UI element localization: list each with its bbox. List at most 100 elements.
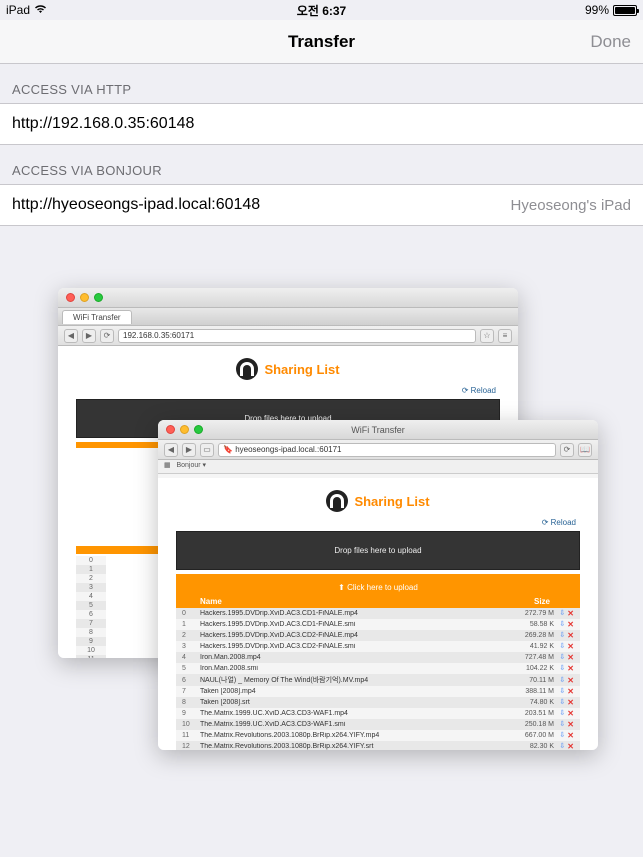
file-name: Iron.Man.2008.mp4 (200, 654, 512, 661)
reload-icon: ⟳ (100, 329, 114, 343)
back-icon: ◀ (164, 443, 178, 457)
minimize-icon (180, 425, 189, 434)
file-name: Iron.Man.2008.smi (200, 665, 512, 672)
file-size: 104.22 K (512, 665, 554, 672)
download-icon: ⇩ (559, 664, 565, 673)
zoom-icon (94, 293, 103, 302)
dropzone: Drop files here to upload (176, 531, 580, 570)
wifi-icon (34, 3, 47, 17)
file-size: 70.11 M (512, 677, 554, 684)
download-icon: ⇩ (559, 642, 565, 651)
browser-tab: WiFi Transfer (62, 310, 132, 324)
bonjour-url: http://hyeoseongs-ipad.local:60148 (12, 196, 260, 214)
download-icon: ⇩ (559, 653, 565, 662)
table-row: 0Hackers.1995.DVDrip.XviD.AC3.CD1-FiNALE… (176, 608, 580, 619)
address-bar: ◀ ▶ ▭ 🔖 hyeoseongs-ipad.local.:60171 ⟳ 📖 (158, 440, 598, 460)
page-content: Sharing List ⟳ Reload Drop files here to… (158, 478, 598, 750)
table-row: 9The.Matrix.1999.UC.XviD.AC3.CD3-WAF1.mp… (176, 708, 580, 719)
delete-icon: ✕ (567, 653, 574, 662)
forward-icon: ▶ (82, 329, 96, 343)
download-icon: ⇩ (559, 609, 565, 618)
headset-icon (326, 490, 348, 512)
table-row: 2Hackers.1995.DVDrip.XviD.AC3.CD2-FiNALE… (176, 630, 580, 641)
download-icon: ⇩ (559, 731, 565, 740)
reload-icon: ⟳ (560, 443, 574, 457)
url-field: 🔖 hyeoseongs-ipad.local.:60171 (218, 443, 556, 457)
bookmark-bar: ▦ Bonjour ▾ (158, 460, 598, 474)
table-row: 5Iron.Man.2008.smi104.22 K⇩✕ (176, 663, 580, 674)
index-column: 0123456789101112 (76, 556, 106, 658)
file-name: NAUL(나얼) _ Memory Of The Wind(바람기억).MV.m… (200, 675, 512, 685)
preview-area: WiFi Transfer ◀ ▶ ⟳ 192.168.0.35:60171 ☆… (0, 230, 643, 857)
download-icon: ⇩ (559, 631, 565, 640)
file-name: Hackers.1995.DVDrip.XviD.AC3.CD1-FiNALE.… (200, 621, 512, 628)
table-row: 7Taken [2008].mp4388.11 M⇩✕ (176, 686, 580, 697)
file-size: 388.11 M (512, 688, 554, 695)
file-name: The.Matrix.Revolutions.2003.1080p.BrRip.… (200, 732, 512, 739)
battery-percent: 99% (585, 3, 609, 17)
table-row: 6NAUL(나얼) _ Memory Of The Wind(바람기억).MV.… (176, 674, 580, 686)
table-row: 3Hackers.1995.DVDrip.XviD.AC3.CD2-FiNALE… (176, 641, 580, 652)
reader-icon: 📖 (578, 443, 592, 457)
file-size: 272.79 M (512, 610, 554, 617)
delete-icon: ✕ (567, 742, 574, 750)
delete-icon: ✕ (567, 698, 574, 707)
delete-icon: ✕ (567, 631, 574, 640)
file-size: 667.00 M (512, 732, 554, 739)
close-icon (66, 293, 75, 302)
download-icon: ⇩ (559, 720, 565, 729)
http-url-row[interactable]: http://192.168.0.35:60148 (0, 103, 643, 145)
table-row: 8Taken [2008].srt74.80 K⇩✕ (176, 697, 580, 708)
star-icon: ☆ (480, 329, 494, 343)
download-icon: ⇩ (559, 676, 565, 685)
bonjour-device-name: Hyeoseong's iPad (511, 197, 631, 214)
tab-strip: WiFi Transfer (58, 308, 518, 326)
file-size: 41.92 K (512, 643, 554, 650)
download-icon: ⇩ (559, 698, 565, 707)
file-name: Hackers.1995.DVDrip.XviD.AC3.CD2-FiNALE.… (200, 643, 512, 650)
download-icon: ⇩ (559, 742, 565, 750)
address-bar: ◀ ▶ ⟳ 192.168.0.35:60171 ☆ ≡ (58, 326, 518, 346)
url-field: 192.168.0.35:60171 (118, 329, 476, 343)
back-icon: ◀ (64, 329, 78, 343)
forward-icon: ▶ (182, 443, 196, 457)
reload-link: ⟳ Reload (76, 386, 500, 395)
delete-icon: ✕ (567, 620, 574, 629)
bonjour-url-row[interactable]: http://hyeoseongs-ipad.local:60148 Hyeos… (0, 184, 643, 226)
section-header-bonjour: ACCESS VIA BONJOUR (0, 145, 643, 184)
minimize-icon (80, 293, 89, 302)
file-table: 0Hackers.1995.DVDrip.XviD.AC3.CD1-FiNALE… (176, 608, 580, 750)
browser-window-safari: WiFi Transfer ◀ ▶ ▭ 🔖 hyeoseongs-ipad.lo… (158, 420, 598, 750)
sharing-list-title: Sharing List (264, 362, 339, 377)
window-titlebar (58, 288, 518, 308)
done-button[interactable]: Done (590, 32, 631, 52)
nav-bar: Transfer Done (0, 20, 643, 64)
upload-cta: ⬆ Click here to upload (176, 580, 580, 595)
file-size: 203.51 M (512, 710, 554, 717)
file-name: Taken [2008].srt (200, 699, 512, 706)
file-name: Hackers.1995.DVDrip.XviD.AC3.CD2-FiNALE.… (200, 632, 512, 639)
close-icon (166, 425, 175, 434)
download-icon: ⇩ (559, 709, 565, 718)
delete-icon: ✕ (567, 642, 574, 651)
file-name: Hackers.1995.DVDrip.XviD.AC3.CD1-FiNALE.… (200, 610, 512, 617)
page-title: Transfer (288, 32, 355, 52)
reload-link: ⟳ Reload (176, 518, 580, 527)
table-row: 10The.Matrix.1999.UC.XviD.AC3.CD3-WAF1.s… (176, 719, 580, 730)
menu-icon: ≡ (498, 329, 512, 343)
delete-icon: ✕ (567, 720, 574, 729)
file-size: 269.28 M (512, 632, 554, 639)
download-icon: ⇩ (559, 620, 565, 629)
clock: 오전 6:37 (297, 2, 346, 19)
zoom-icon (194, 425, 203, 434)
status-bar: iPad 오전 6:37 99% (0, 0, 643, 20)
delete-icon: ✕ (567, 676, 574, 685)
device-label: iPad (6, 3, 30, 17)
delete-icon: ✕ (567, 709, 574, 718)
file-size: 250.18 M (512, 721, 554, 728)
delete-icon: ✕ (567, 687, 574, 696)
headset-icon (236, 358, 258, 380)
delete-icon: ✕ (567, 664, 574, 673)
delete-icon: ✕ (567, 731, 574, 740)
table-row: 11The.Matrix.Revolutions.2003.1080p.BrRi… (176, 730, 580, 741)
